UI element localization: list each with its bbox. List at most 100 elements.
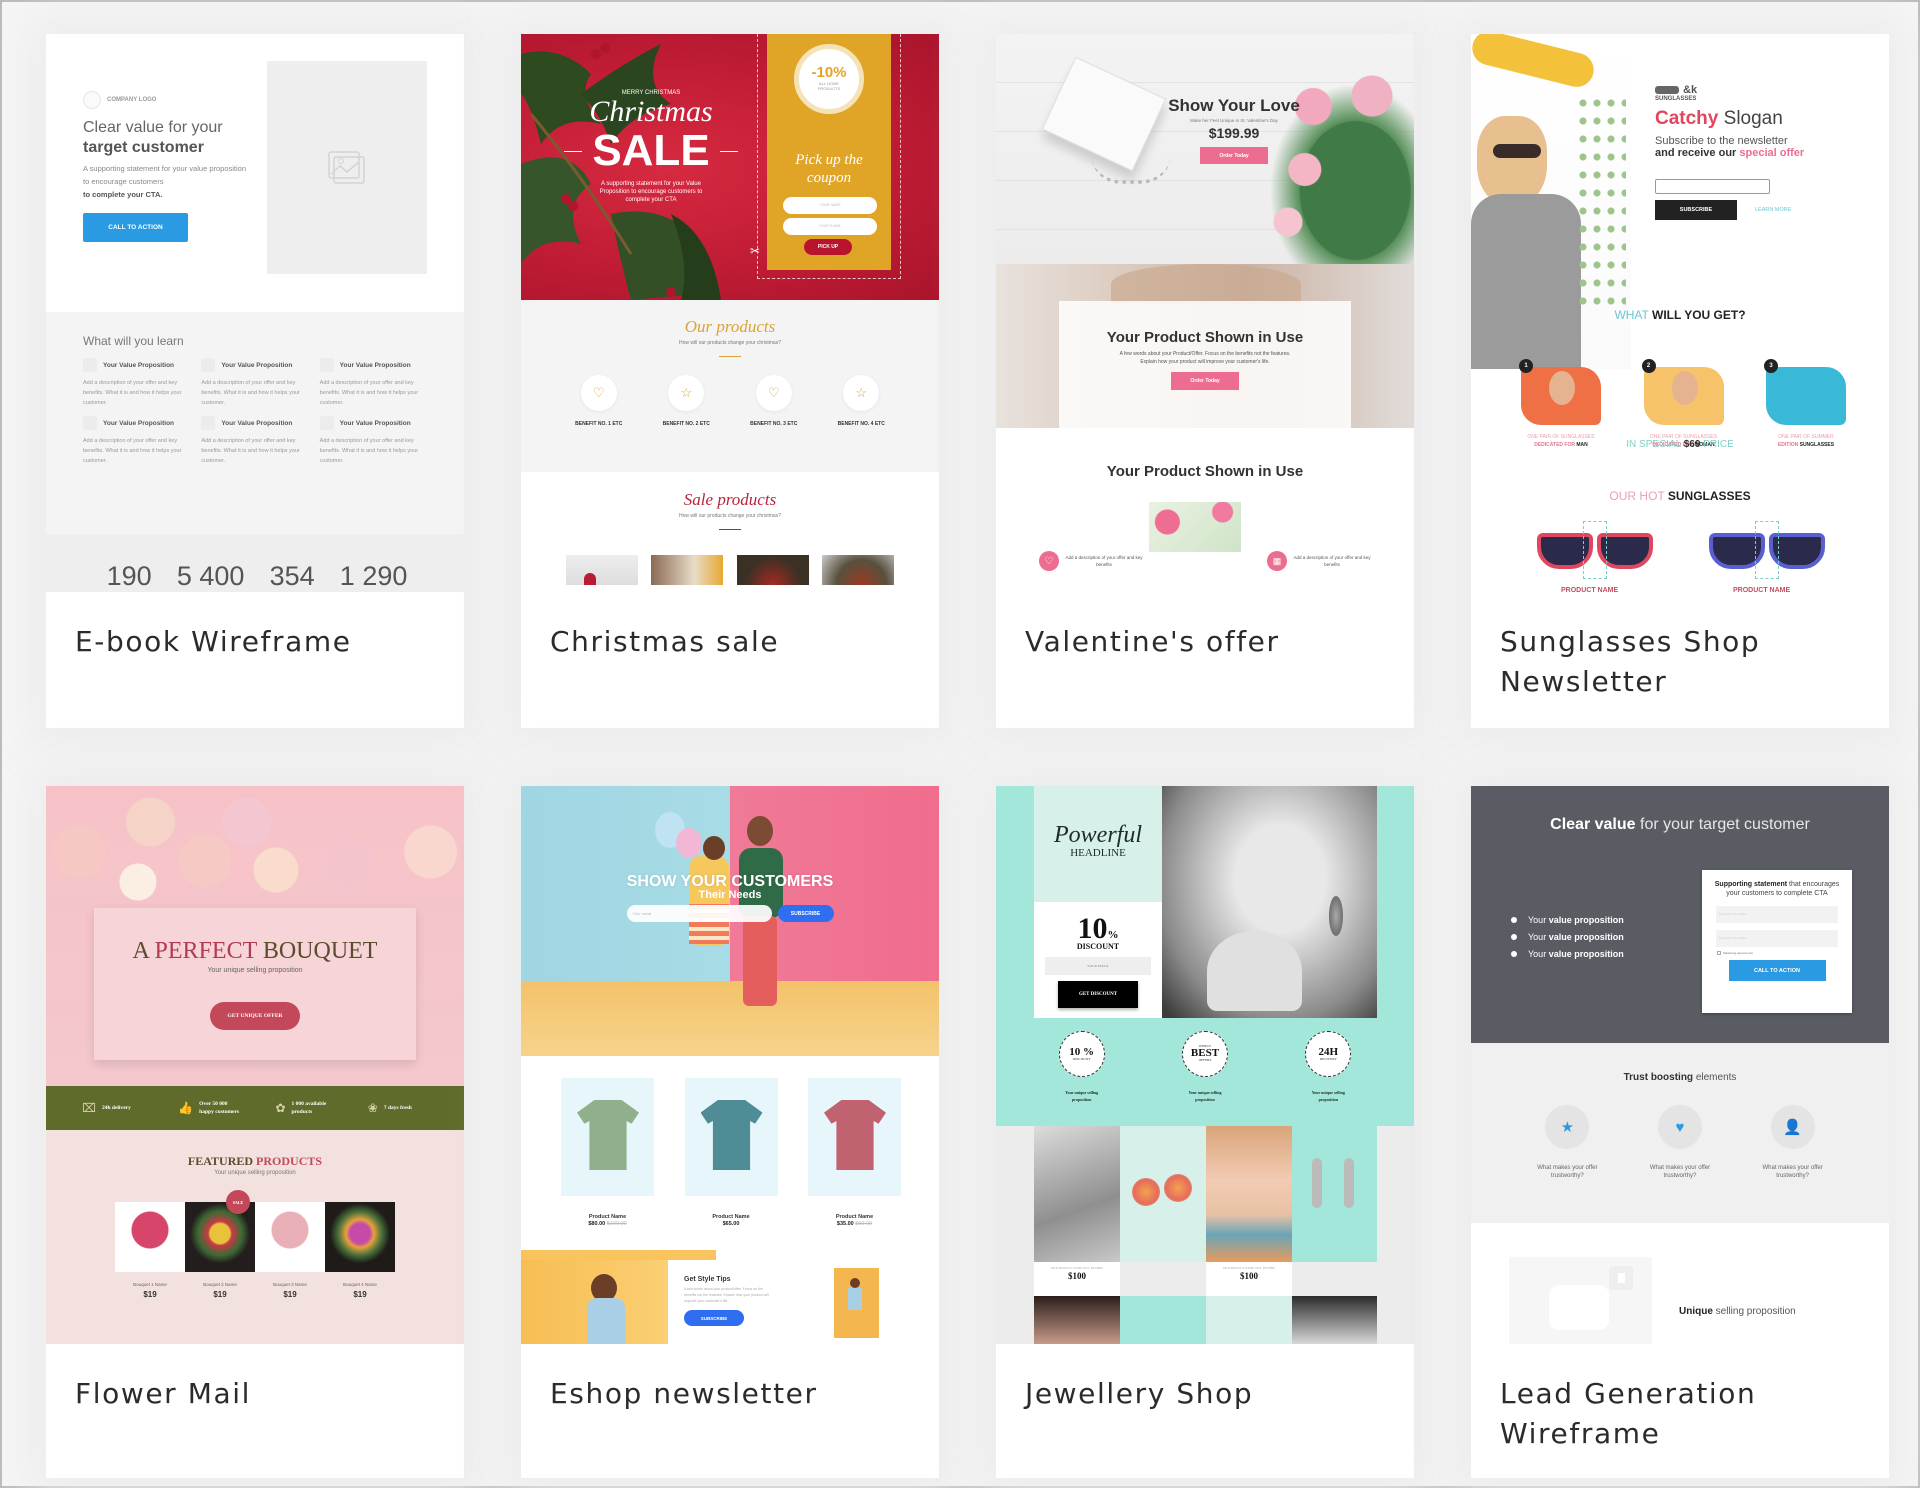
template-preview[interactable]: Powerful HEADLINE 10% DISCOUNT YOUR EMAI… [996, 786, 1414, 1344]
subscribe-button[interactable]: SUBSCRIBE [777, 905, 834, 922]
image-icon [328, 150, 365, 184]
template-card-ebook-wireframe[interactable]: COMPANY LOGO Clear value for your target… [46, 34, 464, 728]
template-preview[interactable]: Clear value for your target customer You… [1471, 786, 1889, 1344]
product-price: $19 [353, 1290, 367, 1299]
template-title[interactable]: Valentine's offer [996, 592, 1414, 662]
product-price: $100 [1240, 1271, 1258, 1281]
trust-text: What makes your offer trustworthy? [1762, 1165, 1823, 1179]
template-card-valentines-offer[interactable]: Show Your Love Make her Feel Unique in S… [996, 34, 1414, 728]
product-item[interactable]: Bouquet 4 Name $19 [325, 1202, 395, 1299]
usp-badge: WEEKLY BEST OFFERS Your unique selling prop… [1160, 1031, 1250, 1103]
email-input[interactable]: YOUR E-MAIL [783, 218, 877, 235]
template-preview[interactable]: COMPANY LOGO Clear value for your target… [46, 34, 464, 592]
get-unique-offer-button[interactable]: GET UNIQUE OFFER [210, 1002, 300, 1030]
benefit-item: 3 ONE PAIR OF SUMMER EDITION SUNGLASSES [1756, 359, 1856, 449]
marketing-checkbox[interactable] [1717, 951, 1721, 955]
discount-badge: -10% ALL HOME PRODUCTS [794, 44, 864, 114]
template-title[interactable]: Jewellery Shop [996, 1344, 1414, 1414]
value-title: Your Value Proposition [103, 419, 175, 427]
value-title: Your Value Proposition [221, 361, 293, 369]
brand-sub: SUNGLASSES [1655, 96, 1697, 102]
template-card-christmas-sale[interactable]: MERRY CHRISTMAS Christmas SALE A support… [521, 34, 939, 728]
template-title[interactable]: Sunglasses Shop Newsletter [1471, 592, 1889, 702]
template-card-lead-generation-wireframe[interactable]: Clear value for your target customer You… [1471, 786, 1889, 1478]
tshirt-icon [824, 1100, 886, 1170]
order-today-button[interactable]: Order Today [1200, 147, 1268, 164]
call-to-action-button[interactable]: CALL TO ACTION [83, 213, 188, 242]
template-title[interactable]: Eshop newsletter [521, 1344, 939, 1414]
value-title: Your Value Proposition [339, 361, 411, 369]
product-item[interactable]: Product Name $35.00 $50.00 [808, 1078, 901, 1227]
product-item[interactable]: Bouquet 1 Name $19 [115, 1202, 185, 1299]
name-input[interactable]: YOUR NAME [783, 197, 877, 214]
what-bold: WILL YOU GET? [1652, 308, 1746, 322]
featured-sub: Your unique selling proposition [214, 1170, 296, 1176]
sale-products-title: Sale products [683, 490, 777, 509]
product-item[interactable]: Product Name $65.00 [684, 1078, 778, 1227]
product-item[interactable]: SALE Bouquet 2 Name $19 [185, 1190, 255, 1299]
product-label: NICE PRODUCT NAME WILL BE HERE $100 [1206, 1262, 1292, 1296]
subscribe-button[interactable]: SUBSCRIBE [1655, 200, 1737, 220]
coupon-title: Pick up the coupon [795, 152, 863, 186]
value-bullet: Your value proposition [1511, 915, 1624, 925]
template-preview[interactable]: SHOW YOUR CUSTOMERS Their Needs Your ema… [521, 786, 939, 1344]
form-statement-bold: Supporting statement [1714, 881, 1788, 888]
sale-badge: SALE [226, 1190, 250, 1214]
value-proposition-item: Your Value Proposition Add a description … [319, 358, 428, 408]
learn-more-link[interactable]: LEARN MORE [1755, 207, 1791, 213]
value-proposition-item: Your Value Proposition Add a description … [83, 416, 191, 466]
badge-text: Your unique selling proposition [1188, 1090, 1222, 1102]
discount-value: -10% [811, 64, 847, 81]
feature-item: ✿ 1 000 available products [275, 1100, 335, 1116]
template-title[interactable]: Lead Generation Wireframe [1471, 1344, 1889, 1454]
email-input[interactable] [1655, 179, 1770, 194]
product-photo [1034, 1296, 1120, 1344]
template-card-flower-mail[interactable]: A PERFECT BOUQUET Your unique selling pr… [46, 786, 464, 1478]
template-card-sunglasses-newsletter[interactable]: &k SUNGLASSES Catchy Slogan Subscribe to… [1471, 34, 1889, 728]
template-card-jewellery-shop[interactable]: Powerful HEADLINE 10% DISCOUNT YOUR EMAI… [996, 786, 1414, 1478]
template-title[interactable]: Flower Mail [46, 1344, 464, 1414]
badges-row: 10 % DISCOUNT Your unique selling proposit… [996, 1031, 1414, 1103]
subscribe-button[interactable]: SUBSCRIBE [684, 1310, 744, 1326]
trust-item: 👤 What makes your offer trustworthy? [1748, 1105, 1838, 1180]
product-name: Product Name [588, 1214, 627, 1220]
required-field[interactable]: Required information [1716, 930, 1838, 947]
template-card-eshop-newsletter[interactable]: SHOW YOUR CUSTOMERS Their Needs Your ema… [521, 786, 939, 1478]
heart-icon: ♡ [755, 375, 792, 411]
required-field[interactable]: Required information [1716, 906, 1838, 923]
template-title[interactable]: E-book Wireframe [46, 592, 464, 662]
value-proposition-grid: Your Value Proposition Add a description … [83, 358, 428, 466]
product-image [115, 1202, 185, 1272]
star-icon: ☆ [843, 375, 880, 411]
featured-a: FEATURED [187, 1154, 254, 1168]
email-input[interactable]: Your email [626, 905, 772, 922]
call-to-action-button[interactable]: CALL TO ACTION [1728, 960, 1826, 981]
benefit-item: ☆ BENEFIT NO. 4 ETC [826, 375, 896, 427]
value-description: Add a description of your offer and key … [319, 438, 419, 464]
model-photo [1162, 786, 1377, 1018]
get-discount-button[interactable]: GET DISCOUNT [1058, 981, 1138, 1008]
product-item[interactable]: Bouquet 3 Name $19 [255, 1202, 325, 1299]
value-description: Add a description of your offer and key … [201, 380, 300, 406]
order-today-button[interactable]: Order Today [1171, 372, 1239, 390]
stat-value: 1 290 [339, 561, 408, 591]
delivery-box-icon: ⌧ [82, 1101, 96, 1115]
template-preview[interactable]: MERRY CHRISTMAS Christmas SALE A support… [521, 34, 939, 592]
email-input[interactable]: YOUR EMAIL [1045, 957, 1151, 975]
template-title[interactable]: Christmas sale [521, 592, 939, 662]
product-item[interactable]: Product Name $80.00 $100.00 [561, 1078, 654, 1227]
thumbs-up-icon: 👍 [178, 1101, 194, 1115]
template-preview[interactable]: Show Your Love Make her Feel Unique in S… [996, 34, 1414, 592]
featured-b: PRODUCTS [256, 1154, 323, 1168]
price-light-2: PRICE [1703, 439, 1734, 450]
stat-value: 354 [269, 561, 315, 591]
usp: Your unique selling proposition [207, 967, 303, 974]
template-preview[interactable]: &k SUNGLASSES Catchy Slogan Subscribe to… [1471, 34, 1889, 592]
headline-bold: Clear value [1550, 816, 1636, 833]
pick-up-button[interactable]: PICK UP [804, 239, 852, 255]
brand-name: &k [1683, 84, 1698, 96]
benefit-image [1521, 367, 1601, 425]
benefit-label: BENEFIT NO. 1 ETC [575, 421, 623, 427]
template-preview[interactable]: A PERFECT BOUQUET Your unique selling pr… [46, 786, 464, 1344]
benefit-image [1643, 367, 1724, 425]
